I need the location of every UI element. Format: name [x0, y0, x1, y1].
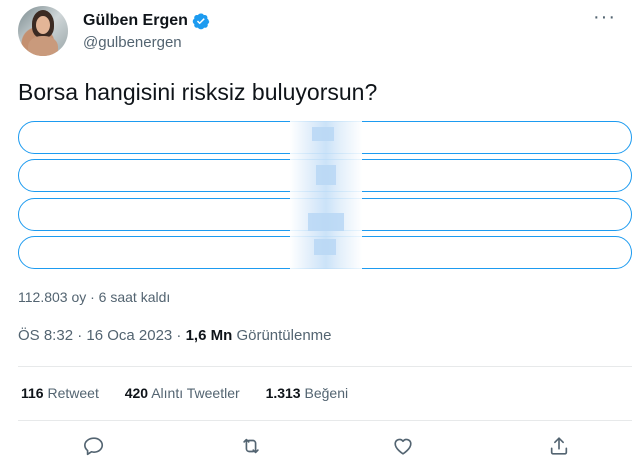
retweet-icon: [243, 438, 259, 454]
tweet-metadata: ÖS 8:32 · 16 Oca 2023 · 1,6 Mn Görüntüle…: [18, 327, 332, 344]
quotes-count: 420: [124, 385, 149, 401]
author-handle[interactable]: @gulbenergen: [83, 34, 182, 51]
heart-icon: [394, 438, 412, 455]
retweets-count: 116: [21, 385, 44, 401]
engagement-stats: 116 Retweet 420 Alıntı Tweetler 1.313 Be…: [21, 385, 370, 401]
retweets-label: Retweet: [43, 385, 99, 401]
views-count: 1,6 Mn: [185, 327, 233, 344]
divider-top: [18, 366, 632, 367]
retweets-stat[interactable]: 116 Retweet: [21, 385, 99, 401]
retweet-button[interactable]: [239, 434, 263, 458]
likes-count: 1.313: [265, 385, 301, 401]
quotes-stat[interactable]: 420 Alıntı Tweetler: [125, 385, 240, 401]
views-label: Görüntülenme: [232, 327, 332, 344]
avatar-body: [28, 36, 58, 56]
divider-bottom: [18, 420, 632, 421]
quotes-label: Alıntı Tweetler: [148, 385, 240, 401]
reply-icon: [84, 437, 104, 456]
avatar[interactable]: [18, 6, 68, 56]
reply-button[interactable]: [82, 434, 106, 458]
share-button[interactable]: [547, 434, 571, 458]
verified-badge-icon: [192, 13, 210, 30]
tweet-timestamp[interactable]: ÖS 8:32 · 16 Oca 2023 ·: [18, 327, 186, 344]
likes-label: Beğeni: [300, 385, 349, 401]
share-icon: [550, 437, 568, 455]
tweet-text: Borsa hangisini risksiz buluyorsun?: [18, 79, 378, 105]
author-name[interactable]: Gülben Ergen: [83, 12, 188, 30]
poll-summary: 112.803 oy · 6 saat kaldı: [18, 289, 171, 305]
like-button[interactable]: [391, 434, 415, 458]
avatar-face: [36, 16, 50, 34]
likes-stat[interactable]: 1.313 Beğeni: [266, 385, 349, 401]
more-options-icon[interactable]: ···: [593, 6, 616, 29]
pixelated-censor-overlay: [290, 121, 362, 269]
